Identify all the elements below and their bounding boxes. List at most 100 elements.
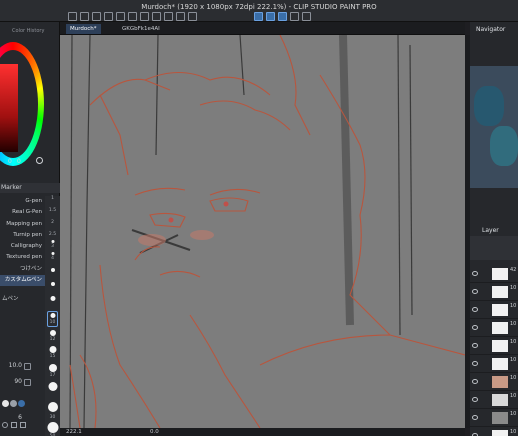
copy-icon[interactable] <box>140 12 149 21</box>
size-label[interactable]: 4 <box>45 256 60 261</box>
opacity-icon[interactable] <box>24 379 31 386</box>
redo-icon[interactable] <box>116 12 125 21</box>
eye-icon[interactable] <box>472 415 478 420</box>
size-dot[interactable] <box>51 240 54 243</box>
size-dot[interactable] <box>50 282 55 286</box>
layer-row[interactable]: 10 <box>470 302 518 319</box>
color-swatch-white[interactable] <box>2 400 9 407</box>
color-swatch-blue[interactable] <box>18 400 25 407</box>
size-label[interactable]: 12 <box>45 337 60 342</box>
size-dot[interactable] <box>47 422 58 433</box>
save-icon[interactable] <box>92 12 101 21</box>
layer-thumbnail <box>492 322 508 334</box>
size-label[interactable]: 2.5 <box>45 232 60 237</box>
size-label[interactable]: 1 <box>45 196 60 201</box>
eye-icon[interactable] <box>472 289 478 294</box>
brush-name-field[interactable]: ムペン <box>0 294 45 305</box>
size-label[interactable]: 3 <box>45 244 60 249</box>
eye-icon[interactable] <box>472 325 478 330</box>
navigator-thumbnail[interactable] <box>470 66 518 188</box>
tab-murdoch[interactable]: Murdoch* <box>66 24 101 34</box>
size-dot[interactable] <box>48 382 57 391</box>
panel-footer-icons <box>2 422 42 430</box>
size-label[interactable]: 17 <box>45 373 60 378</box>
cut-icon[interactable] <box>128 12 137 21</box>
canvas[interactable] <box>60 35 465 428</box>
size-label[interactable]: 2 <box>45 220 60 225</box>
layer-row[interactable]: 10 <box>470 410 518 427</box>
hair-stroke <box>199 100 291 131</box>
layer-thumbnail <box>492 430 508 436</box>
size-label[interactable]: 10 <box>45 320 60 325</box>
size-dot[interactable] <box>50 313 55 318</box>
eyedropper-icon[interactable] <box>36 157 43 164</box>
deselect-icon[interactable] <box>188 12 197 21</box>
size-label[interactable]: 15 <box>45 354 60 359</box>
size-dot[interactable] <box>47 402 58 412</box>
size-dot[interactable] <box>48 364 57 372</box>
brush-item-mapping-pen[interactable]: Mapping pen <box>0 219 45 230</box>
brush-size-value[interactable]: 10.0 <box>2 362 22 369</box>
brush-item-g-pen[interactable]: G-pen <box>0 196 45 207</box>
size-label[interactable]: 1.5 <box>45 208 60 213</box>
size-label[interactable]: 30 <box>45 415 60 420</box>
brush-item-turnip-pen[interactable]: Turnip pen <box>0 230 45 241</box>
delete-icon[interactable] <box>20 422 26 428</box>
navigator-title[interactable]: Navigator <box>476 26 505 33</box>
size-dot[interactable] <box>50 268 55 272</box>
transform-icon[interactable] <box>176 12 185 21</box>
size-dot[interactable] <box>49 330 56 336</box>
dark-blur-stroke <box>339 35 354 326</box>
snap-grid-icon[interactable] <box>266 12 275 21</box>
layer-row[interactable]: 10 <box>470 356 518 373</box>
layer-name: 10 <box>510 285 517 291</box>
undo-icon[interactable] <box>104 12 113 21</box>
layer-name: 42 <box>510 267 517 273</box>
size-dot[interactable] <box>50 296 55 301</box>
settings-icon[interactable] <box>2 422 8 428</box>
layer-row[interactable]: 10 <box>470 374 518 391</box>
stabilization-value[interactable]: 6 <box>2 414 22 421</box>
brush-item-real-g-pen[interactable]: Real G-Pen <box>0 207 45 218</box>
perspective-icon[interactable] <box>302 12 311 21</box>
eye-icon[interactable] <box>472 379 478 384</box>
size-dot[interactable] <box>51 252 54 255</box>
tab-reference[interactable]: GKGbFk1e4AI <box>118 24 164 34</box>
zoom-value[interactable]: 222.1 <box>66 428 82 436</box>
layer-row[interactable]: 10 <box>470 338 518 355</box>
snap-special-ruler-icon[interactable] <box>278 12 287 21</box>
layer-name: 10 <box>510 321 517 327</box>
paste-icon[interactable] <box>152 12 161 21</box>
eye-icon[interactable] <box>472 271 478 276</box>
brush-item-custom-g-pen[interactable]: カスタムGペン <box>0 275 45 287</box>
saturation-value-square[interactable] <box>0 64 18 152</box>
brush-item-tsuke-pen[interactable]: つけペン <box>0 264 45 275</box>
layer-row[interactable]: 10 <box>470 428 518 436</box>
color-history-tab[interactable]: Color History <box>12 28 44 34</box>
new-icon[interactable] <box>68 12 77 21</box>
duplicate-icon[interactable] <box>11 422 17 428</box>
color-swatch-gray[interactable] <box>10 400 17 407</box>
value-zero-b: 0 <box>17 158 21 165</box>
opacity-value[interactable]: 90 <box>2 378 22 385</box>
rotation-value[interactable]: 0.0 <box>150 428 159 436</box>
snap-ruler-icon[interactable] <box>254 12 263 21</box>
guide-stroke <box>409 44 413 316</box>
brush-item-calligraphy[interactable]: Calligraphy <box>0 241 45 252</box>
clear-icon[interactable] <box>164 12 173 21</box>
brush-size-icon[interactable] <box>24 363 31 370</box>
layer-row[interactable]: 10 <box>470 284 518 301</box>
ruler-icon[interactable] <box>290 12 299 21</box>
eye-icon[interactable] <box>472 307 478 312</box>
layer-row[interactable]: 10 <box>470 320 518 337</box>
size-dot[interactable] <box>49 346 56 353</box>
layer-row[interactable]: 10 <box>470 392 518 409</box>
muzzle-stroke <box>134 246 161 261</box>
eye-icon[interactable] <box>472 361 478 366</box>
brush-item-textured-pen[interactable]: Textured pen <box>0 252 45 263</box>
eye-icon[interactable] <box>472 397 478 402</box>
open-icon[interactable] <box>80 12 89 21</box>
layer-panel-title[interactable]: Layer <box>482 227 499 234</box>
eye-icon[interactable] <box>472 343 478 348</box>
layer-row[interactable]: 42 <box>470 266 518 283</box>
